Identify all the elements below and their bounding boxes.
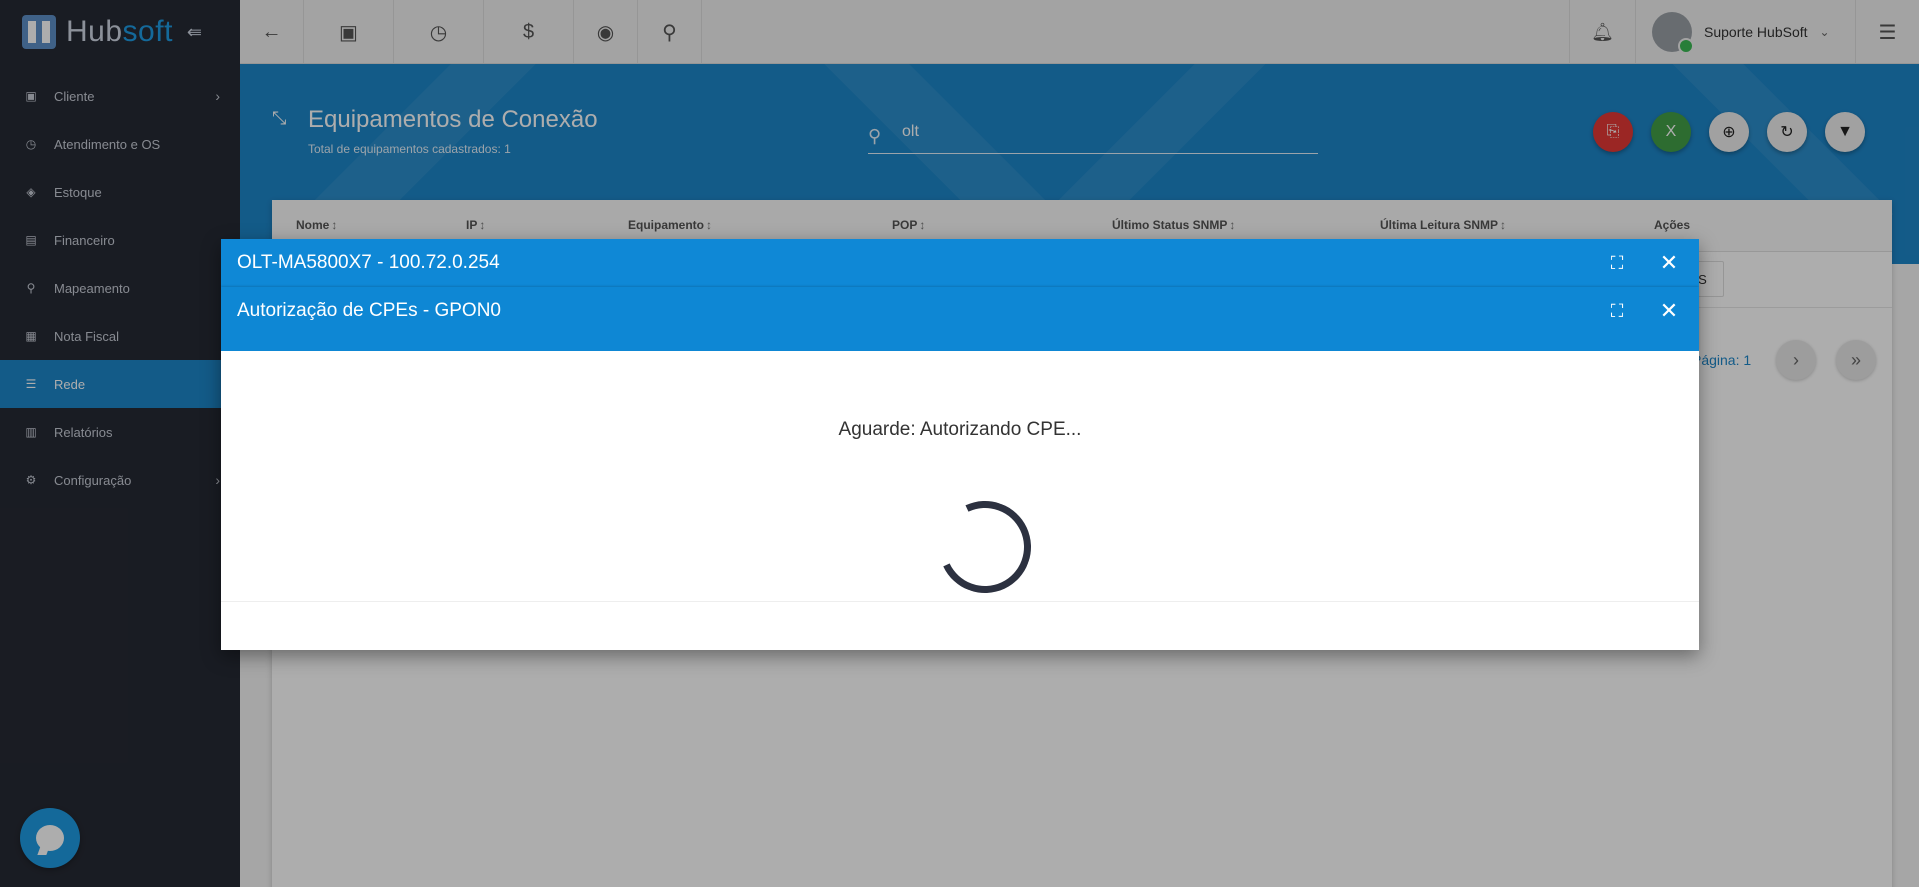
loading-message: Aguarde: Autorizando CPE... <box>838 419 1082 440</box>
maximize-icon[interactable]: ⛶ <box>1591 253 1643 274</box>
loading-spinner <box>926 488 1044 606</box>
cpe-dialog-body: Aguarde: Autorizando CPE... <box>221 351 1699 606</box>
cpe-dialog-title: Autorização de CPEs - GPON0 <box>237 300 501 321</box>
cpe-dialog-header: Autorização de CPEs - GPON0 ⛶ ✕ <box>221 287 1699 351</box>
olt-dialog: OLT-MA5800X7 - 100.72.0.254 ⛶ ✕ Autoriza… <box>221 239 1699 650</box>
maximize-icon[interactable]: ⛶ <box>1591 301 1643 322</box>
olt-dialog-footer <box>221 601 1699 650</box>
olt-dialog-header: OLT-MA5800X7 - 100.72.0.254 ⛶ ✕ <box>221 239 1699 287</box>
close-icon[interactable]: ✕ <box>1643 298 1695 324</box>
olt-dialog-title: OLT-MA5800X7 - 100.72.0.254 <box>237 252 500 273</box>
close-icon[interactable]: ✕ <box>1643 250 1695 276</box>
